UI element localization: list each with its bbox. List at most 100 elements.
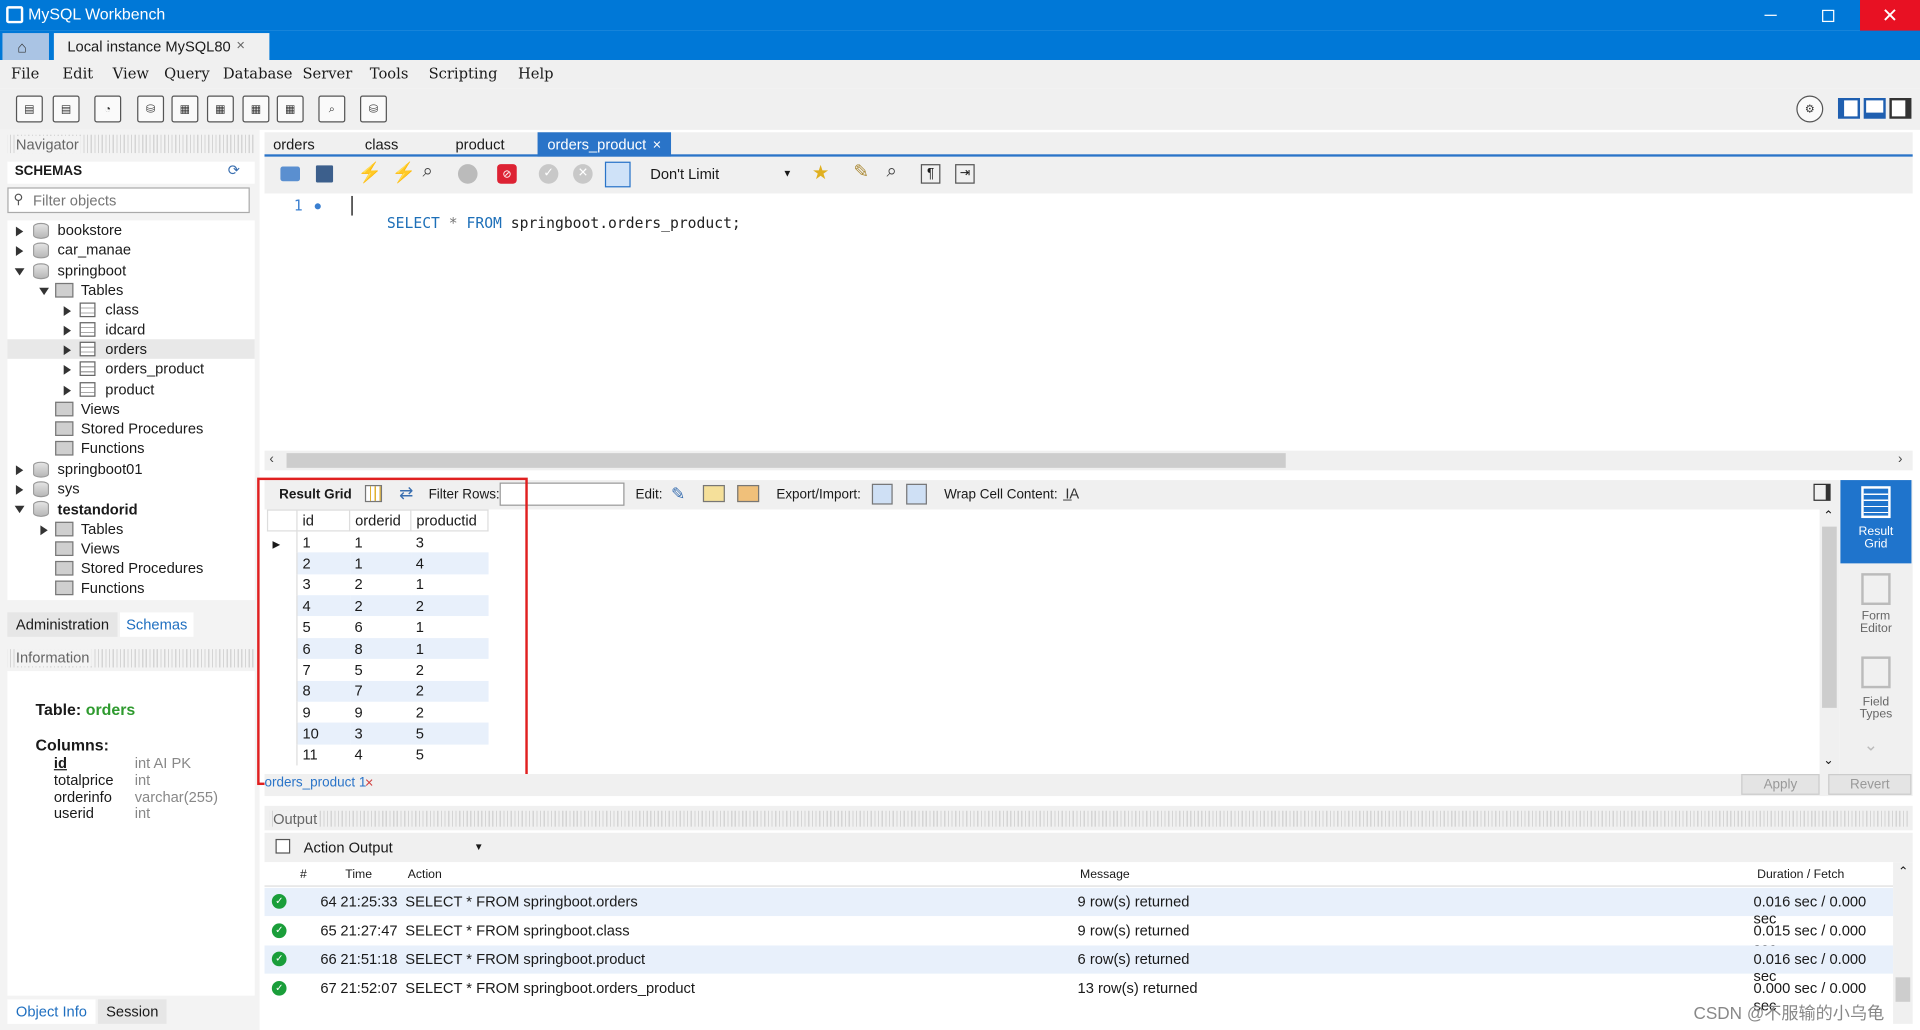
expand-icon[interactable] [15, 226, 24, 237]
new-sql-tab-icon[interactable]: ▤ [15, 95, 43, 123]
edit-row-icon[interactable]: ✎ [671, 484, 685, 505]
filter-objects-field[interactable]: ⚲ [7, 187, 250, 214]
stored-procedures-folder[interactable]: Stored Procedures [81, 419, 204, 439]
chevron-down-icon[interactable]: ⌄ [1864, 735, 1878, 756]
stored-procedures-folder[interactable]: Stored Procedures [81, 558, 204, 578]
tab-orders-product[interactable]: orders_product × [537, 132, 672, 157]
form-editor-side-button[interactable]: Form Editor [1840, 571, 1911, 644]
scroll-thumb[interactable] [1895, 977, 1911, 1002]
explain-icon[interactable]: ⌕ [422, 160, 432, 181]
menu-file[interactable]: File [11, 65, 39, 82]
functions-folder[interactable]: Functions [81, 438, 145, 458]
menu-query[interactable]: Query [164, 65, 210, 82]
tables-folder[interactable]: Tables [81, 519, 123, 539]
home-button[interactable]: ⌂ [2, 33, 49, 61]
stop-icon[interactable] [457, 164, 478, 184]
editor-hscrollbar[interactable]: ‹ › [264, 450, 1913, 471]
execute-current-icon[interactable]: ⚡ [392, 160, 416, 184]
scroll-right-icon[interactable]: › [1898, 452, 1902, 467]
table-orders-product[interactable]: orders_product [105, 359, 204, 379]
toggle-sidebar-icon[interactable] [1837, 97, 1861, 119]
tab-object-info[interactable]: Object Info [7, 999, 96, 1024]
menu-server[interactable]: Server [302, 65, 352, 82]
connection-tab-close-icon[interactable]: × [236, 37, 245, 54]
table-product[interactable]: product [105, 380, 154, 400]
result-grid-side-button[interactable]: Result Grid [1840, 480, 1912, 564]
tab-schemas[interactable]: Schemas [120, 612, 194, 637]
schema-testandorid[interactable]: testandorid [58, 500, 138, 520]
create-table-icon[interactable]: ▦ [171, 95, 199, 123]
menu-scripting[interactable]: Scripting [429, 65, 498, 82]
scroll-thumb[interactable] [286, 453, 1286, 468]
panel-toggle-icon[interactable] [1813, 483, 1831, 501]
export-icon[interactable] [871, 483, 893, 505]
tables-folder[interactable]: Tables [81, 280, 123, 300]
invisible-chars-icon[interactable]: ¶ [920, 164, 941, 184]
schema-car-manae[interactable]: car_manae [58, 240, 132, 260]
menu-help[interactable]: Help [518, 65, 554, 82]
create-schema-icon[interactable]: ⛁ [137, 95, 165, 123]
expand-icon[interactable] [15, 465, 24, 476]
toggle-error-icon[interactable]: ⊘ [497, 164, 517, 184]
grid-vscrollbar[interactable]: ⌃ ⌄ [1819, 509, 1840, 775]
tab-administration[interactable]: Administration [7, 612, 118, 637]
expand-icon[interactable] [15, 484, 24, 495]
expand-icon[interactable] [63, 364, 72, 375]
tab-class[interactable]: class [365, 132, 398, 156]
rollback-icon[interactable]: ✕ [573, 164, 593, 184]
tab-product[interactable]: product [456, 132, 505, 156]
output-row[interactable]: ✓ 64 21:25:33 SELECT * FROM springboot.orde… [264, 887, 1894, 927]
output-row[interactable]: ✓ 66 21:51:18 SELECT * FROM springboot.prod… [264, 945, 1894, 985]
output-mode-select[interactable]: Action Output ▼ [299, 836, 485, 858]
schema-bookstore[interactable]: bookstore [58, 220, 123, 240]
menu-view[interactable]: View [113, 65, 149, 82]
restore-icon[interactable] [1822, 9, 1835, 23]
table-orders[interactable]: orders [105, 339, 147, 359]
result-tab[interactable]: orders_product 1 [264, 775, 366, 790]
toggle-secondary-sidebar-icon[interactable] [1889, 97, 1912, 119]
output-row[interactable]: ✓ 67 21:52:07 SELECT * FROM springboot.orde… [264, 974, 1893, 1013]
collapse-icon[interactable] [14, 505, 25, 514]
open-sql-script-icon[interactable]: ▤ [52, 95, 80, 123]
scroll-left-icon[interactable]: ‹ [269, 452, 273, 467]
scroll-up-icon[interactable]: ⌃ [1823, 509, 1833, 522]
reconnect-icon[interactable]: ⛁ [360, 95, 387, 123]
execute-icon[interactable]: ⚡ [358, 160, 382, 184]
refresh-schemas-icon[interactable]: ⟳ [228, 162, 240, 179]
beautify-icon[interactable]: ✎ [853, 160, 868, 183]
search-table-data-icon[interactable]: ⌕ [318, 95, 346, 123]
expand-icon[interactable] [63, 385, 72, 396]
filter-objects-input[interactable] [33, 191, 247, 210]
connection-tab[interactable]: Local instance MySQL80 × [53, 33, 270, 61]
schema-springboot01[interactable]: springboot01 [58, 459, 143, 479]
delete-row-icon[interactable] [737, 484, 760, 503]
menu-database[interactable]: Database [223, 65, 293, 82]
settings-icon[interactable]: ⚙ [1796, 95, 1824, 123]
scroll-down-icon[interactable]: ⌄ [1823, 754, 1833, 767]
functions-folder[interactable]: Functions [81, 578, 145, 598]
collapse-icon[interactable] [14, 268, 25, 276]
tab-session[interactable]: Session [97, 999, 167, 1024]
tab-orders[interactable]: orders [273, 132, 315, 156]
find-icon[interactable]: ⌕ [887, 160, 897, 181]
expand-icon[interactable] [63, 306, 72, 316]
menu-edit[interactable]: Edit [62, 65, 93, 82]
apply-button[interactable]: Apply [1741, 774, 1820, 795]
schema-sys[interactable]: sys [58, 479, 80, 499]
limit-select[interactable]: Don't Limit ▼ [648, 164, 795, 186]
table-class[interactable]: class [105, 300, 138, 320]
expand-icon[interactable] [63, 345, 72, 356]
copy-icon[interactable] [275, 838, 291, 854]
insert-row-icon[interactable] [702, 484, 725, 503]
toggle-output-icon[interactable] [1863, 97, 1886, 119]
collapse-icon[interactable] [39, 287, 49, 296]
open-file-icon[interactable] [280, 166, 301, 182]
wrap-lines-icon[interactable]: ⇥ [955, 164, 975, 184]
create-function-icon[interactable]: ▦ [276, 95, 304, 123]
revert-button[interactable]: Revert [1828, 774, 1912, 795]
views-folder[interactable]: Views [81, 539, 120, 559]
create-view-icon[interactable]: ▦ [206, 95, 234, 123]
output-vscrollbar[interactable]: ⌃ [1893, 862, 1913, 1024]
table-idcard[interactable]: idcard [105, 320, 145, 340]
add-snippet-icon[interactable]: ★ [812, 160, 830, 184]
